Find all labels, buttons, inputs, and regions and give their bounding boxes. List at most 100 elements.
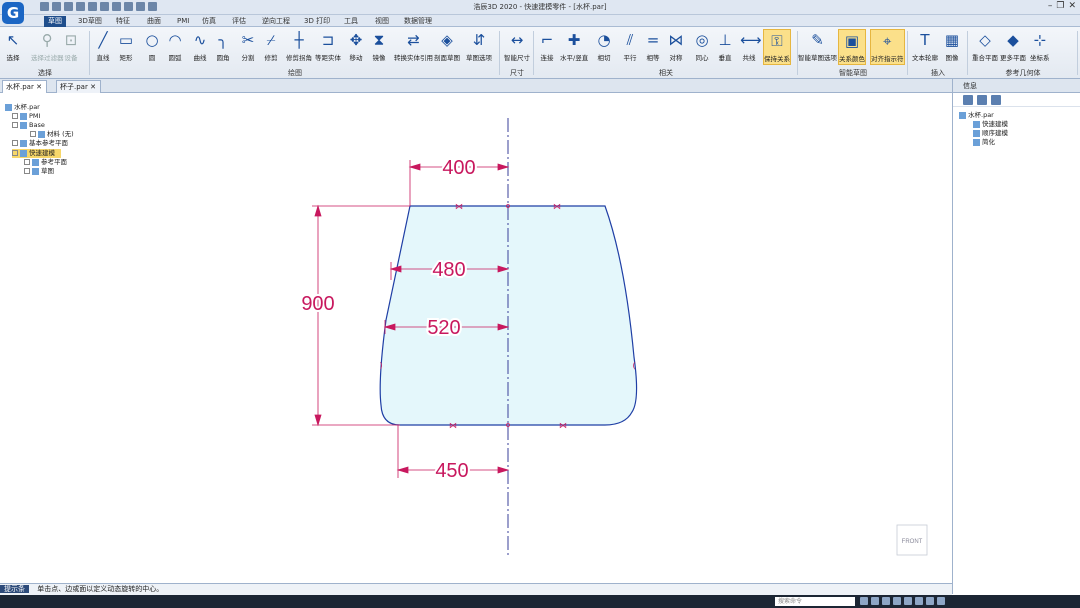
section-icon[interactable] [926,597,934,605]
tab-0[interactable]: 草图 [44,16,66,27]
ribbon-button-33[interactable]: ▦ 图像 [943,29,961,65]
ribbon-button-15[interactable]: ⇄ 转换实体引用 [394,29,433,65]
expand-box-icon[interactable] [24,159,30,165]
expand-box-icon[interactable] [12,140,18,146]
tree-item-4[interactable]: 基本参考平面 [12,139,68,148]
tab-8[interactable]: 3D 打印 [300,16,334,27]
tab-1[interactable]: 3D草图 [74,16,106,27]
command-search-input[interactable]: 搜索命令 [775,597,855,606]
fit-icon[interactable] [893,597,901,605]
ribbon-button-21[interactable]: ◔ 相切 [595,29,613,65]
ribbon-button-10[interactable]: ⌿ 修剪 [262,29,280,65]
right-tree-item-2[interactable]: 顺序建模 [959,129,1074,138]
tab-9[interactable]: 工具 [340,16,362,27]
ribbon-button-13[interactable]: ✥ 移动 [347,29,365,65]
shade-icon[interactable] [915,597,923,605]
right-tree-item-3[interactable]: 简化 [959,138,1074,147]
tab-2[interactable]: 特征 [112,16,134,27]
ribbon-button-23[interactable]: = 相等 [644,29,662,65]
tab-3[interactable]: 曲面 [143,16,165,27]
close-icon[interactable]: ✕ [1068,1,1076,11]
app-logo[interactable]: G [2,2,24,24]
restore-icon[interactable]: ❐ [1056,1,1064,11]
ribbon-button-32[interactable]: T 文本轮廓 [912,29,938,65]
pin-icon[interactable] [963,95,973,105]
tree-item-label: 草图 [41,167,54,175]
ribbon-button-35[interactable]: ◆ 更多平面 [1000,29,1026,65]
ribbon-button-36[interactable]: ⊹ 坐标系 [1030,29,1050,65]
pan-icon[interactable] [871,597,879,605]
grid-icon[interactable] [977,95,987,105]
ribbon-group-5: 插入 [931,69,945,77]
view-icon[interactable] [904,597,912,605]
minimize-icon[interactable]: – [1048,1,1053,11]
ribbon-button-31[interactable]: ⌖ 对齐指示符 [870,29,905,65]
expand-box-icon[interactable] [12,122,18,128]
document-tab-0[interactable]: 水杯.par ✕ [2,80,47,93]
sketch-canvas[interactable]: 400 480 520 900 450 ⋈ ⋈ ⋈ ⋈) (FRONT [0,93,952,583]
ribbon-button-0[interactable]: ↖ 选择 [4,29,22,65]
tree-item-7[interactable]: 草图 [24,167,54,176]
ribbon-button-28[interactable]: ⚿ 保持关系 [763,29,791,65]
tree-item-5[interactable]: 快速建模 [12,149,61,158]
ribbon-button-14[interactable]: ⧗ 镜像 [370,29,388,65]
close-tab-icon[interactable]: ✕ [34,83,42,91]
tab-6[interactable]: 评估 [228,16,250,27]
expand-box-icon[interactable] [24,168,30,174]
expand-box-icon[interactable] [12,113,18,119]
ribbon-button-2[interactable]: ⊡ 设备 [62,29,80,65]
ribbon-button-7[interactable]: ∿ 曲线 [191,29,209,65]
expand-box-icon[interactable] [12,150,18,156]
document-tab-1[interactable]: 杯子.par ✕ [56,80,101,93]
ribbon-button-24[interactable]: ⋈ 对称 [667,29,685,65]
help-icon[interactable] [991,95,1001,105]
tree-item-6[interactable]: 参考平面 [24,158,67,167]
rotate-icon[interactable] [882,597,890,605]
ribbon-button-17[interactable]: ⇵ 草图选项 [466,29,492,65]
ribbon-button-5[interactable]: ○ 圆 [143,29,161,65]
tab-5[interactable]: 仿真 [198,16,220,27]
dimension-label-400[interactable]: 400 [440,155,477,181]
close-tab-icon[interactable]: ✕ [88,83,96,91]
ribbon-button-18[interactable]: ↔ 智能尺寸 [504,29,530,65]
ribbon-button-3[interactable]: ╱ 直线 [94,29,112,65]
tree-item-0[interactable]: 水杯.par [5,103,40,112]
ribbon-button-22[interactable]: ⫽ 平行 [621,29,639,65]
ribbon-button-8[interactable]: ╮ 圆角 [214,29,232,65]
ribbon-button-30[interactable]: ▣ 关系颜色 [838,29,866,65]
zoom-icon[interactable] [860,597,868,605]
ribbon-button-16[interactable]: ◈ 剖面草图 [434,29,460,65]
tree-item-3[interactable]: 材料 (无) [30,130,74,139]
dimension-label-520[interactable]: 520 [425,315,462,341]
tab-7[interactable]: 逆向工程 [258,16,294,27]
tab-4[interactable]: PMI [173,16,193,27]
ribbon-button-19[interactable]: ⌐ 连接 [538,29,556,65]
ribbon-button-26[interactable]: ⊥ 垂直 [716,29,734,65]
grid-icon[interactable] [937,597,945,605]
dimension-label-450[interactable]: 450 [433,458,470,484]
dimension-label-480[interactable]: 480 [430,257,467,283]
ribbon-button-29[interactable]: ✎ 智能草图选项 [798,29,837,65]
ribbon-icon-4: ▭ [118,31,134,49]
right-tree-item-0[interactable]: 水杯.par [959,111,1074,120]
expand-box-icon[interactable] [30,131,36,137]
ribbon-button-9[interactable]: ✂ 分割 [239,29,257,65]
ribbon-button-6[interactable]: ◠ 圆弧 [166,29,184,65]
ribbon-button-25[interactable]: ◎ 同心 [693,29,711,65]
ribbon-button-4[interactable]: ▭ 矩形 [117,29,135,65]
ribbon-icon-13: ✥ [349,31,363,49]
ribbon-button-27[interactable]: ⟷ 共线 [740,29,762,65]
ribbon-button-20[interactable]: ✚ 水平/竖直 [560,29,588,65]
tree-item-2[interactable]: Base [12,121,45,130]
dimension-label-900[interactable]: 900 [299,291,336,317]
tab-11[interactable]: 数据管理 [400,16,436,27]
tree-item-1[interactable]: PMI [12,112,40,121]
ribbon-button-12[interactable]: ⊐ 等距实体 [315,29,341,65]
ribbon-button-11[interactable]: ┼ 修剪拐角 [286,29,312,65]
ribbon-icon-1: ⚲ [41,31,53,49]
tab-10[interactable]: 视图 [371,16,393,27]
ribbon-button-1[interactable]: ⚲ 选择过滤器 [31,29,64,65]
right-tree-item-1[interactable]: 快速建模 [959,120,1074,129]
ribbon-button-34[interactable]: ◇ 重合平面 [972,29,998,65]
view-cube[interactable]: FRONT [896,524,928,556]
